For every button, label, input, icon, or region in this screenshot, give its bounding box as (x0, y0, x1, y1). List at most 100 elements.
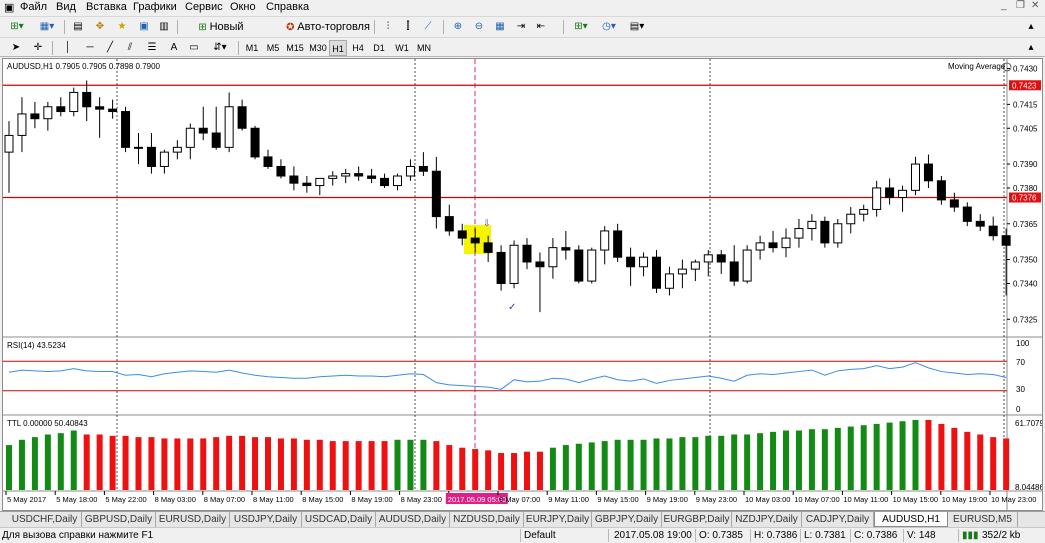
new-order-button[interactable]: ⊞ Новый ордер (182, 19, 260, 50)
status-separator (520, 529, 521, 542)
price-tick-label: 0.7350 (1013, 256, 1038, 265)
candle-bearish (95, 106, 105, 110)
timeframe-h4[interactable]: H4 (349, 40, 367, 56)
indicators-icon[interactable]: ⊞▾ (568, 19, 594, 35)
rsi-label: RSI(14) 43.5234 (7, 341, 66, 350)
vertical-line-icon[interactable]: │ (60, 40, 76, 56)
candle-bullish (600, 230, 610, 251)
market-watch-icon[interactable]: ▤ (70, 19, 86, 35)
arrows-icon[interactable]: ⇵▾ (208, 40, 232, 56)
status-profile[interactable]: Default (524, 530, 556, 541)
line-chart-icon[interactable]: ⟋ (420, 19, 436, 35)
chart-tab[interactable]: USDJPY,Daily (230, 512, 302, 527)
strategy-tester-icon[interactable]: ▥ (156, 19, 172, 35)
trendline-icon[interactable]: ╱ (102, 40, 118, 56)
menu-view[interactable]: Вид (52, 1, 80, 13)
chart-tab[interactable]: EURUSD,M5 (948, 512, 1018, 527)
time-highlight-label: 2017.05.09 05:00 (448, 495, 506, 504)
menu-file[interactable]: Файл (16, 1, 51, 13)
menu-help[interactable]: Справка (262, 1, 313, 13)
ttl-histogram-bar (795, 430, 802, 490)
text-tool-icon[interactable]: A (166, 40, 182, 56)
timeframe-mn[interactable]: MN (414, 40, 434, 56)
chart-tab[interactable]: NZDJPY,Daily (732, 512, 802, 527)
ttl-histogram-bar (459, 447, 466, 490)
candle-bullish (794, 228, 804, 239)
text-label-icon[interactable]: ▭ (186, 40, 202, 56)
close-icon[interactable]: ✕ (1031, 0, 1039, 11)
zoom-out-icon[interactable]: ⊖ (471, 19, 487, 35)
connection-icon: ▮▮▮ (962, 530, 979, 541)
favorites-icon[interactable]: ★ (114, 19, 130, 35)
horizontal-line-icon[interactable]: ─ (82, 40, 98, 56)
price-tick-label: 0.7405 (1013, 124, 1038, 133)
chart-tab[interactable]: USDCHF,Daily (8, 512, 82, 527)
status-separator (903, 529, 904, 542)
ttl-histogram-bar (770, 431, 777, 490)
timeframe-d1[interactable]: D1 (370, 40, 388, 56)
cursor-icon[interactable]: ➤ (8, 40, 24, 56)
chart-canvas[interactable]: 0.7430 0.7415 0.7405 0.7390 0.7380 0.7365 0.73… (3, 59, 1042, 510)
equidistant-channel-icon[interactable]: ⫽ (122, 40, 138, 56)
timeframe-m15[interactable]: M15 (284, 40, 306, 56)
bar-chart-icon[interactable]: ⫶ (380, 19, 396, 35)
ttl-histogram-bar (575, 443, 582, 490)
timeframe-w1[interactable]: W1 (393, 40, 411, 56)
tools-toolbar: ➤ ✛ │ ─ ╱ ⫽ ☰ A ▭ ⇵▾ M1 M5 M15 M30 H1 H4… (0, 37, 1045, 57)
crosshair-icon[interactable]: ✛ (30, 40, 46, 56)
autotrading-button[interactable]: ✪ Авто-торговля (286, 19, 370, 35)
menu-tools[interactable]: Сервис (181, 1, 227, 13)
chart-tab[interactable]: GBPUSD,Daily (82, 512, 156, 527)
timeframe-m1[interactable]: M1 (242, 40, 262, 56)
chart-tab[interactable]: EURGBP,Daily (662, 512, 732, 527)
time-tick-label: 9 May 07:00 (499, 495, 540, 504)
fibonacci-icon[interactable]: ☰ (144, 40, 160, 56)
templates-icon[interactable]: ▤▾ (624, 19, 650, 35)
candle-bearish (936, 180, 946, 201)
terminal-icon[interactable]: ▣ (136, 19, 152, 35)
candlestick-icon[interactable]: ⫿ (400, 19, 416, 35)
ttl-histogram-bar (601, 441, 608, 490)
timeframe-h1[interactable]: H1 (329, 40, 347, 56)
chart-tab[interactable]: CADJPY,Daily (802, 512, 874, 527)
profiles-icon[interactable]: ▦▾ (34, 19, 60, 35)
check-marker-icon: ✓ (508, 302, 516, 313)
candle-bearish (975, 220, 985, 227)
rsi-axis-100: 100 (1016, 339, 1030, 348)
candle-bullish (846, 213, 856, 225)
timeframe-m30[interactable]: M30 (307, 40, 329, 56)
candle-bearish (522, 244, 532, 263)
chart-tab[interactable]: EURJPY,Daily (524, 512, 592, 527)
timeframe-m5[interactable]: M5 (263, 40, 283, 56)
chart-tab[interactable]: NZDUSD,Daily (450, 512, 524, 527)
ttl-histogram-bar (355, 441, 362, 490)
menu-charts[interactable]: Графики (129, 1, 181, 13)
restore-icon[interactable]: ❐ (1016, 0, 1025, 11)
new-chart-icon[interactable]: ⊞▾ (4, 19, 30, 35)
candle-bearish (418, 165, 428, 172)
chart-tab[interactable]: AUDUSD,Daily (376, 512, 450, 527)
toolbar-chevron-icon[interactable]: ▴ (1024, 19, 1038, 35)
chart-window[interactable]: 0.7430 0.7415 0.7405 0.7390 0.7380 0.7365 0.73… (2, 58, 1043, 511)
ttl-histogram-bar (174, 438, 181, 490)
menu-window[interactable]: Окно (226, 1, 260, 13)
menu-insert[interactable]: Вставка (82, 1, 131, 13)
minimize-icon[interactable]: _ (1001, 0, 1007, 11)
periods-icon[interactable]: ◷▾ (596, 19, 622, 35)
tile-windows-icon[interactable]: ▦ (492, 19, 508, 35)
chart-tab[interactable]: USDCAD,Daily (302, 512, 376, 527)
ttl-histogram-bar (653, 438, 660, 490)
candle-bearish (1001, 235, 1011, 246)
toolbar-chevron-icon[interactable]: ▴ (1024, 40, 1038, 56)
zoom-in-icon[interactable]: ⊕ (450, 19, 466, 35)
ttl-histogram-bar (614, 439, 621, 490)
chart-tab[interactable]: GBPJPY,Daily (592, 512, 662, 527)
chart-tab[interactable]: EURUSD,Daily (156, 512, 230, 527)
chart-shift-icon[interactable]: ⇥ (513, 19, 529, 35)
autoscroll-icon[interactable]: ⇤ (533, 19, 549, 35)
chart-tab[interactable]: AUDUSD,H1 (874, 512, 948, 527)
ttl-histogram-bar (433, 441, 440, 490)
ttl-histogram-bar (964, 431, 971, 490)
navigator-icon[interactable]: ✥ (92, 19, 108, 35)
ttl-histogram-bar (847, 426, 854, 490)
